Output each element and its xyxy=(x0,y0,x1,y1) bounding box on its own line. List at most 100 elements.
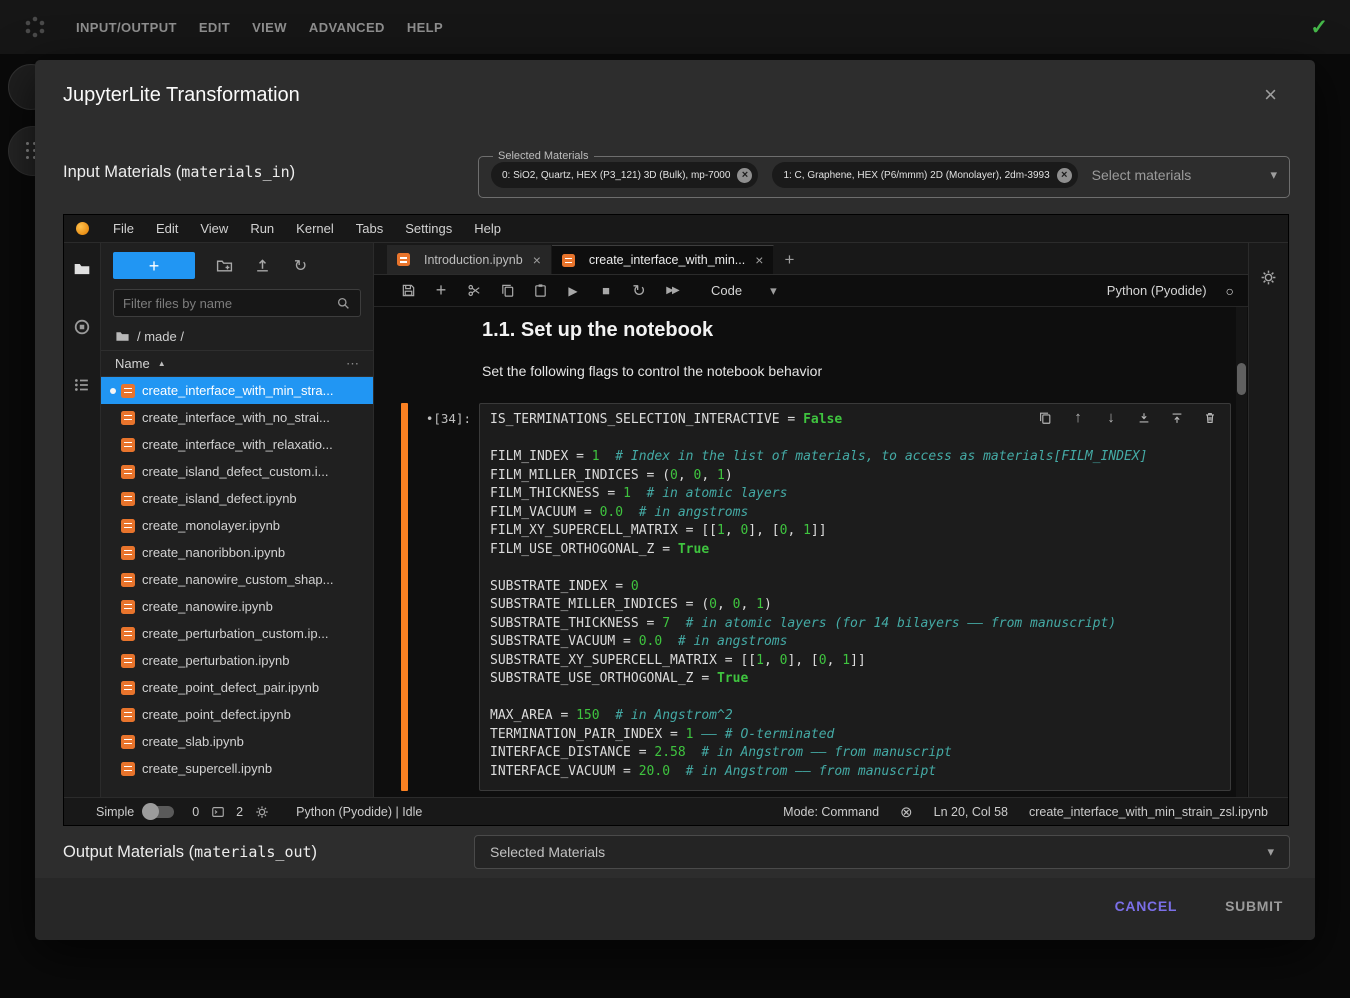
running-sessions-icon[interactable] xyxy=(73,318,91,336)
status-bar: Simple 0 2 Python (Pyodide) | Idle Mode:… xyxy=(64,797,1288,825)
jupyterlab-panel: FileEditViewRunKernelTabsSettingsHelp xyxy=(63,214,1289,826)
mode-indicator[interactable]: Mode: Command xyxy=(783,805,879,819)
jupyter-menu-item[interactable]: Tabs xyxy=(345,215,394,242)
breadcrumb: / made / xyxy=(101,326,373,350)
folder-icon[interactable] xyxy=(115,329,130,344)
file-row[interactable]: create_perturbation_custom.ip... xyxy=(101,620,373,647)
file-row[interactable]: create_monolayer.ipynb xyxy=(101,512,373,539)
notebook-file-icon xyxy=(121,654,135,668)
material-chip[interactable]: 1: C, Graphene, HEX (P6/mmm) 2D (Monolay… xyxy=(772,162,1077,188)
kernel-status-text[interactable]: Python (Pyodide) | Idle xyxy=(296,805,422,819)
duplicate-cell-icon[interactable] xyxy=(1037,410,1053,426)
copy-icon[interactable] xyxy=(499,283,515,299)
kernel-name[interactable]: Python (Pyodide) xyxy=(1107,283,1207,298)
cancel-button[interactable]: CANCEL xyxy=(1115,898,1178,914)
jupyter-menu-item[interactable]: Settings xyxy=(394,215,463,242)
breadcrumb-path[interactable]: / made / xyxy=(137,329,184,344)
topbar-menu-item[interactable]: EDIT xyxy=(199,16,230,39)
topbar-menu-item[interactable]: ADVANCED xyxy=(309,16,385,39)
insert-cell-above-icon[interactable] xyxy=(1169,410,1185,426)
tab-introduction[interactable]: Introduction.ipynb × xyxy=(387,245,552,274)
topbar-menu-item[interactable]: VIEW xyxy=(252,16,287,39)
tab-create-interface[interactable]: create_interface_with_min... × xyxy=(552,245,775,274)
file-row[interactable]: create_interface_with_relaxatio... xyxy=(101,431,373,458)
jupyter-menu-item[interactable]: View xyxy=(189,215,239,242)
interrupt-kernel-icon[interactable]: ■ xyxy=(598,283,614,299)
jupyter-menu-item[interactable]: File xyxy=(102,215,145,242)
code-editor[interactable]: IS_TERMINATIONS_SELECTION_INTERACTIVE = … xyxy=(479,403,1231,791)
restart-kernel-icon[interactable]: ↻ xyxy=(631,283,647,299)
search-icon xyxy=(336,296,351,311)
jupyter-menu-item[interactable]: Run xyxy=(239,215,285,242)
run-cell-icon[interactable]: ▶ xyxy=(565,283,581,299)
save-icon[interactable] xyxy=(400,283,416,299)
dialog-close-icon[interactable]: × xyxy=(1264,84,1277,106)
chip-delete-icon[interactable]: × xyxy=(1057,168,1072,183)
output-select-value: Selected Materials xyxy=(490,844,605,860)
insert-cell-below-icon[interactable] xyxy=(1136,410,1152,426)
upload-icon[interactable] xyxy=(254,257,271,274)
new-tab-button[interactable]: + xyxy=(774,245,804,274)
restart-run-all-icon[interactable]: ▶▶ xyxy=(664,283,680,299)
material-chip[interactable]: 0: SiO2, Quartz, HEX (P3_121) 3D (Bulk),… xyxy=(491,162,758,188)
code-line: MAX_AREA = 150 # in Angstrom^2 xyxy=(490,707,1220,726)
tab-close-icon[interactable]: × xyxy=(755,252,763,268)
refresh-icon[interactable]: ↻ xyxy=(292,257,309,274)
file-row[interactable]: create_island_defect.ipynb xyxy=(101,485,373,512)
paste-icon[interactable] xyxy=(532,283,548,299)
output-materials-select[interactable]: Selected Materials ▾ xyxy=(474,835,1290,869)
code-line: SUBSTRATE_INDEX = 0 xyxy=(490,578,1220,597)
markdown-heading: 1.1. Set up the notebook xyxy=(482,319,1248,342)
jupyter-menu-item[interactable]: Kernel xyxy=(285,215,345,242)
file-row[interactable]: create_nanowire.ipynb xyxy=(101,593,373,620)
file-list-header[interactable]: Name ▲ ⋯ xyxy=(101,350,373,377)
tab-close-icon[interactable]: × xyxy=(533,252,541,268)
code-cell[interactable]: •[34]: IS_TERMINATIONS_SELECTION_INTERAC… xyxy=(374,403,1248,791)
kernel-count[interactable]: 0 xyxy=(192,805,199,819)
cell-type-select[interactable]: Code ▾ xyxy=(711,283,777,299)
topbar-menu-item[interactable]: INPUT/OUTPUT xyxy=(76,16,177,39)
cut-icon[interactable] xyxy=(466,283,482,299)
filter-files-input[interactable] xyxy=(123,296,336,311)
file-row[interactable]: create_nanowire_custom_shap... xyxy=(101,566,373,593)
file-row[interactable]: create_interface_with_no_strai... xyxy=(101,404,373,431)
file-row[interactable]: create_supercell.ipynb xyxy=(101,755,373,782)
delete-cell-icon[interactable] xyxy=(1202,410,1218,426)
submit-button[interactable]: SUBMIT xyxy=(1225,898,1283,914)
scrollbar-thumb[interactable] xyxy=(1237,363,1246,395)
file-row[interactable]: create_perturbation.ipynb xyxy=(101,647,373,674)
file-row[interactable]: create_point_defect.ipynb xyxy=(101,701,373,728)
name-column-label[interactable]: Name xyxy=(115,356,150,371)
kernel-status-icon[interactable]: ○ xyxy=(1226,283,1234,299)
topbar-menu-item[interactable]: HELP xyxy=(407,16,443,39)
insert-cell-icon[interactable]: + xyxy=(433,283,449,299)
terminal-count[interactable]: 2 xyxy=(236,805,243,819)
column-menu-icon[interactable]: ⋯ xyxy=(346,356,359,372)
kernel-gear-icon[interactable] xyxy=(254,804,269,819)
file-row[interactable]: create_slab.ipynb xyxy=(101,728,373,755)
execution-count: [34]: xyxy=(433,411,471,426)
new-launcher-button[interactable]: + xyxy=(113,252,195,279)
move-cell-up-icon[interactable]: ↑ xyxy=(1070,410,1086,426)
notebook-file-icon xyxy=(121,492,135,506)
jupyter-menu-item[interactable]: Help xyxy=(463,215,512,242)
chip-delete-icon[interactable]: × xyxy=(737,168,752,183)
file-row[interactable]: create_point_defect_pair.ipynb xyxy=(101,674,373,701)
confirm-check-icon[interactable]: ✓ xyxy=(1310,15,1328,40)
simple-mode-toggle[interactable] xyxy=(144,806,174,818)
table-of-contents-icon[interactable] xyxy=(73,376,91,394)
materials-dropdown-caret-icon[interactable]: ▾ xyxy=(1270,167,1277,183)
file-row[interactable]: create_island_defect_custom.i... xyxy=(101,458,373,485)
file-row[interactable]: create_nanoribbon.ipynb xyxy=(101,539,373,566)
cursor-position[interactable]: Ln 20, Col 58 xyxy=(934,805,1008,819)
file-row[interactable]: create_interface_with_min_stra... xyxy=(101,377,373,404)
property-inspector-gear-icon[interactable] xyxy=(1260,269,1277,286)
new-folder-icon[interactable] xyxy=(216,257,233,274)
file-browser-tab-icon[interactable] xyxy=(73,260,91,278)
markdown-paragraph: Set the following flags to control the n… xyxy=(482,363,1248,379)
selected-materials-field[interactable]: Selected Materials 0: SiO2, Quartz, HEX … xyxy=(478,150,1290,198)
move-cell-down-icon[interactable]: ↓ xyxy=(1103,410,1119,426)
dialog-title: JupyterLite Transformation xyxy=(63,84,300,107)
jupyter-menu-item[interactable]: Edit xyxy=(145,215,189,242)
materials-select-placeholder[interactable]: Select materials xyxy=(1092,167,1192,183)
